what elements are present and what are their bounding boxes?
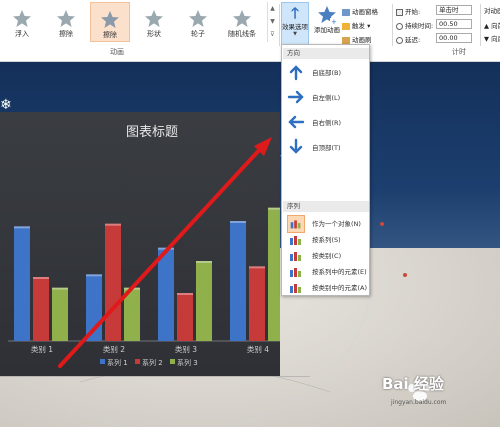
annotation-arrow [58, 137, 272, 368]
watermark-url: jingyan.baidu.com [391, 399, 447, 406]
watermark-brand: Bai 经验 [382, 375, 444, 393]
